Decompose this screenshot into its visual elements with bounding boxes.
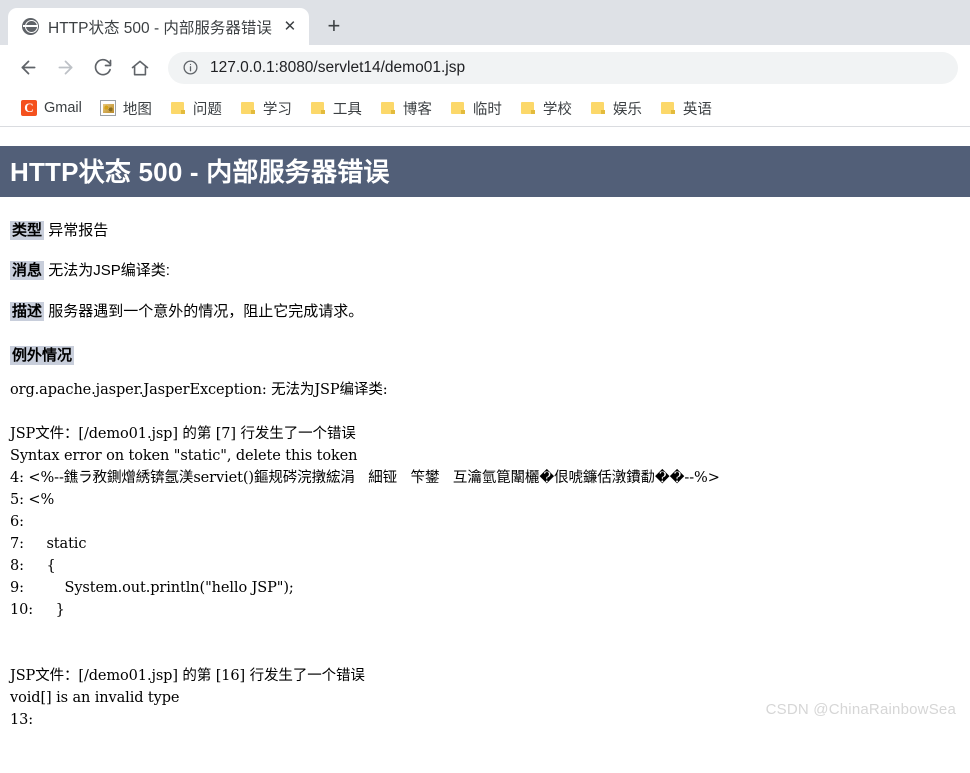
error-value: 无法为JSP编译类: bbox=[48, 262, 170, 280]
bookmark-label: 临时 bbox=[472, 101, 502, 118]
folder-icon bbox=[170, 100, 186, 116]
new-tab-button[interactable]: + bbox=[319, 11, 349, 41]
page-content: HTTP状态 500 - 内部服务器错误 类型 异常报告 消息 无法为JSP编译… bbox=[0, 127, 970, 726]
globe-favicon bbox=[22, 18, 39, 35]
bookmark-folder-xuexi[interactable]: 学习 bbox=[231, 94, 301, 123]
browser-toolbar: 127.0.0.1:8080/servlet14/demo01.jsp bbox=[0, 45, 970, 90]
error-body: 类型 异常报告 消息 无法为JSP编译类: 描述 服务器遇到一个意外的情况，阻止… bbox=[0, 221, 970, 726]
bookmark-label: 娱乐 bbox=[612, 101, 642, 118]
bookmark-folder-boke[interactable]: 博客 bbox=[371, 94, 441, 123]
page-title: HTTP状态 500 - 内部服务器错误 bbox=[0, 146, 970, 197]
close-icon[interactable]: ✕ bbox=[281, 18, 299, 36]
bookmark-folder-xuexiao[interactable]: 学校 bbox=[511, 94, 581, 123]
folder-icon bbox=[310, 100, 326, 116]
bookmark-label: 博客 bbox=[402, 101, 432, 118]
error-row-description: 描述 服务器遇到一个意外的情况，阻止它完成请求。 bbox=[10, 301, 960, 322]
error-row-message: 消息 无法为JSP编译类: bbox=[10, 261, 960, 281]
bookmark-map[interactable]: 地图 bbox=[91, 94, 161, 123]
bookmark-folder-linshi[interactable]: 临时 bbox=[441, 94, 511, 123]
folder-icon bbox=[660, 100, 676, 116]
bookmark-label: 工具 bbox=[332, 101, 362, 118]
gmail-icon: C bbox=[21, 100, 37, 116]
bookmark-label: 地图 bbox=[122, 101, 152, 118]
tab-strip: HTTP状态 500 - 内部服务器错误 ✕ + bbox=[0, 0, 970, 45]
exception-heading: 例外情况 bbox=[10, 344, 960, 365]
home-icon[interactable] bbox=[123, 51, 156, 84]
bookmark-folder-gongju[interactable]: 工具 bbox=[301, 94, 371, 123]
folder-icon bbox=[450, 100, 466, 116]
url-text: 127.0.0.1:8080/servlet14/demo01.jsp bbox=[210, 58, 466, 76]
bookmarks-bar: C Gmail 地图 问题 学习 工具 博客 临时 学校 娱乐 英语 bbox=[0, 90, 970, 127]
address-bar[interactable]: 127.0.0.1:8080/servlet14/demo01.jsp bbox=[168, 51, 958, 84]
bookmark-label: 问题 bbox=[192, 101, 222, 118]
folder-icon bbox=[240, 100, 256, 116]
forward-icon[interactable] bbox=[49, 51, 82, 84]
bookmark-label: 学校 bbox=[542, 101, 572, 118]
error-value: 异常报告 bbox=[48, 222, 109, 239]
site-info-icon[interactable] bbox=[182, 59, 199, 76]
bookmark-label: 英语 bbox=[682, 101, 712, 118]
bookmark-folder-wenti[interactable]: 问题 bbox=[161, 94, 231, 123]
folder-icon bbox=[520, 100, 536, 116]
folder-icon bbox=[590, 100, 606, 116]
stack-trace: org.apache.jasper.JasperException: 无法为JS… bbox=[10, 381, 720, 726]
browser-window: HTTP状态 500 - 内部服务器错误 ✕ + 127.0.0.1:8080/… bbox=[0, 0, 970, 726]
map-icon bbox=[99, 100, 116, 116]
bookmark-label: 学习 bbox=[262, 101, 292, 118]
error-row-type: 类型 异常报告 bbox=[10, 221, 960, 241]
browser-tab[interactable]: HTTP状态 500 - 内部服务器错误 ✕ bbox=[8, 8, 309, 45]
tab-title: HTTP状态 500 - 内部服务器错误 bbox=[48, 19, 272, 37]
bookmark-gmail[interactable]: C Gmail bbox=[12, 96, 91, 120]
watermark: CSDN @ChinaRainbowSea bbox=[765, 701, 956, 718]
error-label: 消息 bbox=[10, 261, 45, 281]
reload-icon[interactable] bbox=[86, 51, 119, 84]
error-label: 描述 bbox=[10, 301, 45, 321]
bookmark-folder-yingyu[interactable]: 英语 bbox=[651, 94, 721, 123]
bookmark-label: Gmail bbox=[44, 100, 82, 116]
error-label: 类型 bbox=[10, 221, 45, 240]
error-value: 服务器遇到一个意外的情况，阻止它完成请求。 bbox=[48, 302, 364, 320]
bookmark-folder-yule[interactable]: 娱乐 bbox=[581, 94, 651, 123]
exception-label: 例外情况 bbox=[10, 345, 75, 365]
back-icon[interactable] bbox=[12, 51, 45, 84]
folder-icon bbox=[380, 100, 396, 116]
